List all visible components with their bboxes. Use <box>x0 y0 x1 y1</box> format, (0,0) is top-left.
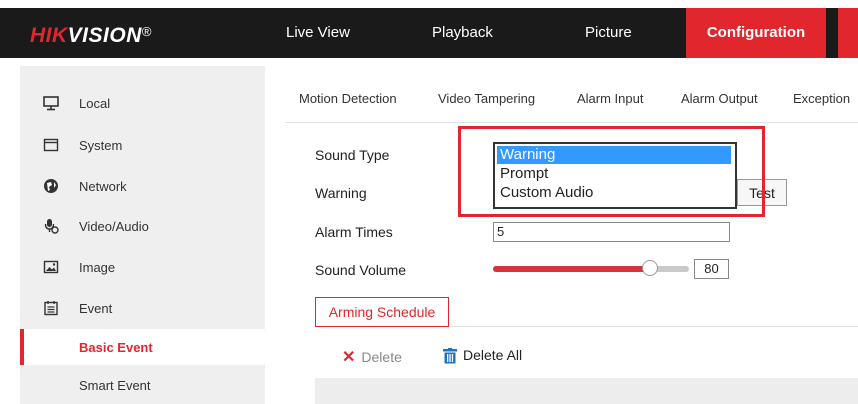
nav-playback[interactable]: Playback <box>432 8 493 58</box>
sidebar-item-label: Network <box>79 179 127 194</box>
trash-icon <box>443 348 457 364</box>
tab-motion-detection[interactable]: Motion Detection <box>299 91 397 106</box>
tab-alarm-input[interactable]: Alarm Input <box>577 91 643 106</box>
delete-all-button[interactable]: Delete All <box>463 347 522 363</box>
sidebar-item-event[interactable]: Event <box>20 293 265 325</box>
tab-video-tampering[interactable]: Video Tampering <box>438 91 535 106</box>
sidebar-subitem-label: Basic Event <box>79 340 153 355</box>
sound-volume-label: Sound Volume <box>315 262 407 278</box>
sidebar-subitem-basic-event[interactable]: Basic Event <box>20 329 265 365</box>
system-icon <box>43 138 59 152</box>
sidebar-item-label: Image <box>79 260 116 275</box>
sound-volume-slider-fill <box>493 266 650 272</box>
tab-alarm-output[interactable]: Alarm Output <box>681 91 758 106</box>
sound-type-label: Sound Type <box>315 147 390 163</box>
event-tabs: Motion Detection Video Tampering Alarm I… <box>285 82 858 123</box>
sidebar-item-image[interactable]: Image <box>20 252 265 284</box>
image-icon <box>43 260 59 274</box>
video-audio-icon <box>44 219 59 234</box>
top-navigation-bar: HIKVISION® Live View Playback Picture Co… <box>0 8 858 58</box>
sidebar-item-label: Local <box>79 96 111 111</box>
sound-volume-slider[interactable] <box>493 260 689 276</box>
sidebar-item-local[interactable]: Local <box>20 88 265 120</box>
sound-volume-slider-handle[interactable] <box>642 260 658 276</box>
delete-label: Delete <box>361 349 402 365</box>
alarm-times-input[interactable]: 5 <box>493 222 730 242</box>
sidebar-item-label: System <box>79 138 123 153</box>
schedule-grid[interactable] <box>315 378 858 404</box>
globe-icon <box>44 179 58 193</box>
delete-x-icon: ✕ <box>342 349 356 366</box>
sidebar-item-video-audio[interactable]: Video/Audio <box>20 211 265 243</box>
highlight-annotation-box <box>458 126 765 217</box>
sidebar-subitem-label: Smart Event <box>79 378 151 393</box>
tab-divider <box>449 326 858 327</box>
sidebar-item-label: Video/Audio <box>79 219 149 234</box>
nav-live-view[interactable]: Live View <box>286 8 350 58</box>
hikvision-logo: HIKVISION® <box>30 24 152 47</box>
warning-label: Warning <box>315 185 367 201</box>
sidebar-item-system[interactable]: System <box>20 130 265 162</box>
alarm-times-label: Alarm Times <box>315 224 393 240</box>
delete-button[interactable]: ✕ Delete <box>342 347 402 367</box>
sidebar-item-label: Event <box>79 301 113 316</box>
nav-overflow <box>838 8 858 58</box>
sidebar-subitem-smart-event[interactable]: Smart Event <box>20 367 265 403</box>
arming-schedule-tab[interactable]: Arming Schedule <box>315 297 449 327</box>
nav-configuration[interactable]: Configuration <box>686 8 826 58</box>
sidebar-item-network[interactable]: Network <box>20 171 265 203</box>
nav-picture[interactable]: Picture <box>585 8 632 58</box>
tab-exception[interactable]: Exception <box>793 91 850 106</box>
active-indicator <box>20 329 24 365</box>
sound-volume-value[interactable]: 80 <box>694 259 729 279</box>
sidebar: Local System Network Video/Audio Image E… <box>20 66 265 404</box>
monitor-icon <box>43 96 59 111</box>
event-icon <box>44 301 58 316</box>
